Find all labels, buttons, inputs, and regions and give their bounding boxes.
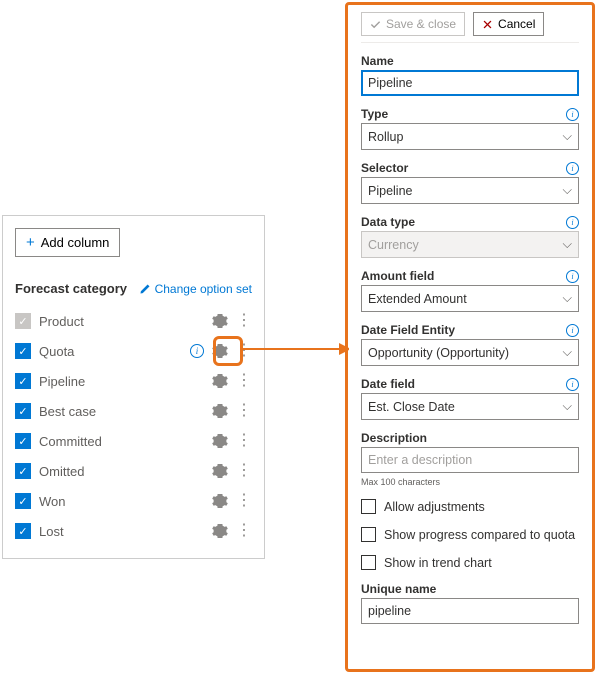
chevron-down-icon: ⌵ (563, 237, 572, 252)
action-bar: Save & close Cancel (361, 12, 579, 43)
date-field-select[interactable]: Est. Close Date⌵ (361, 393, 579, 420)
checkbox-icon: ✓ (15, 313, 31, 329)
info-icon[interactable]: i (566, 216, 579, 229)
field-date-field: Date fieldi Est. Close Date⌵ (361, 377, 579, 420)
checkbox-icon (361, 555, 376, 570)
description-input[interactable] (361, 447, 579, 473)
checkbox-icon[interactable]: ✓ (15, 523, 31, 539)
gear-icon[interactable] (212, 433, 228, 449)
name-input[interactable] (361, 70, 579, 96)
unique-name-input[interactable] (361, 598, 579, 624)
category-list: ✓ Product ⋮ ✓ Quota i ⋮ ✓ Pipeline ⋮ ✓ B… (15, 306, 252, 546)
plus-icon: + (26, 235, 35, 250)
description-help: Max 100 characters (361, 477, 579, 487)
more-icon[interactable]: ⋮ (236, 343, 252, 359)
field-data-type: Data typei Currency⌵ (361, 215, 579, 258)
date-entity-select[interactable]: Opportunity (Opportunity)⌵ (361, 339, 579, 366)
category-row-best-case: ✓ Best case ⋮ (15, 396, 252, 426)
field-amount: Amount fieldi Extended Amount⌵ (361, 269, 579, 312)
field-type: Typei Rollup⌵ (361, 107, 579, 150)
gear-icon[interactable] (212, 523, 228, 539)
info-icon[interactable]: i (190, 344, 204, 358)
more-icon[interactable]: ⋮ (236, 433, 252, 449)
field-selector: Selectori Pipeline⌵ (361, 161, 579, 204)
category-row-pipeline: ✓ Pipeline ⋮ (15, 366, 252, 396)
field-date-entity: Date Field Entityi Opportunity (Opportun… (361, 323, 579, 366)
checkbox-show-progress[interactable]: Show progress compared to quota (361, 527, 579, 542)
more-icon[interactable]: ⋮ (236, 313, 252, 329)
category-row-omitted: ✓ Omitted ⋮ (15, 456, 252, 486)
data-type-select: Currency⌵ (361, 231, 579, 258)
check-icon (370, 19, 381, 30)
category-row-lost: ✓ Lost ⋮ (15, 516, 252, 546)
type-select[interactable]: Rollup⌵ (361, 123, 579, 150)
x-icon (482, 19, 493, 30)
pencil-icon (139, 283, 151, 295)
more-icon[interactable]: ⋮ (236, 373, 252, 389)
selector-select[interactable]: Pipeline⌵ (361, 177, 579, 204)
chevron-down-icon: ⌵ (563, 291, 572, 306)
arrow-annotation (243, 348, 343, 350)
gear-icon[interactable] (212, 313, 228, 329)
info-icon[interactable]: i (566, 108, 579, 121)
gear-icon[interactable] (212, 403, 228, 419)
checkbox-allow-adjustments[interactable]: Allow adjustments (361, 499, 579, 514)
info-icon[interactable]: i (566, 324, 579, 337)
chevron-down-icon: ⌵ (563, 183, 572, 198)
checkbox-icon[interactable]: ✓ (15, 493, 31, 509)
checkbox-icon[interactable]: ✓ (15, 373, 31, 389)
more-icon[interactable]: ⋮ (236, 523, 252, 539)
column-properties-panel: Save & close Cancel Name Typei Rollup⌵ S… (349, 6, 591, 668)
checkbox-icon (361, 499, 376, 514)
checkbox-icon (361, 527, 376, 542)
more-icon[interactable]: ⋮ (236, 403, 252, 419)
add-column-label: Add column (41, 235, 110, 250)
field-name: Name (361, 54, 579, 96)
section-title: Forecast category (15, 281, 127, 296)
checkbox-icon[interactable]: ✓ (15, 433, 31, 449)
gear-icon[interactable] (212, 343, 228, 359)
more-icon[interactable]: ⋮ (236, 463, 252, 479)
checkbox-icon[interactable]: ✓ (15, 343, 31, 359)
field-unique-name: Unique name (361, 582, 579, 624)
gear-icon[interactable] (212, 373, 228, 389)
save-close-button[interactable]: Save & close (361, 12, 465, 36)
cancel-button[interactable]: Cancel (473, 12, 544, 36)
info-icon[interactable]: i (566, 270, 579, 283)
category-row-product: ✓ Product ⋮ (15, 306, 252, 336)
info-icon[interactable]: i (566, 378, 579, 391)
chevron-down-icon: ⌵ (563, 129, 572, 144)
more-icon[interactable]: ⋮ (236, 493, 252, 509)
field-description: Description Max 100 characters (361, 431, 579, 487)
change-option-set-link[interactable]: Change option set (139, 282, 252, 296)
checkbox-icon[interactable]: ✓ (15, 463, 31, 479)
category-row-won: ✓ Won ⋮ (15, 486, 252, 516)
info-icon[interactable]: i (566, 162, 579, 175)
checkbox-show-trend[interactable]: Show in trend chart (361, 555, 579, 570)
amount-select[interactable]: Extended Amount⌵ (361, 285, 579, 312)
checkbox-icon[interactable]: ✓ (15, 403, 31, 419)
category-row-committed: ✓ Committed ⋮ (15, 426, 252, 456)
chevron-down-icon: ⌵ (563, 345, 572, 360)
gear-icon[interactable] (212, 493, 228, 509)
forecast-category-panel: + Add column Forecast category Change op… (2, 215, 265, 559)
chevron-down-icon: ⌵ (563, 399, 572, 414)
gear-icon[interactable] (212, 463, 228, 479)
category-row-quota: ✓ Quota i ⋮ (15, 336, 252, 366)
section-header: Forecast category Change option set (15, 281, 252, 296)
add-column-button[interactable]: + Add column (15, 228, 120, 257)
